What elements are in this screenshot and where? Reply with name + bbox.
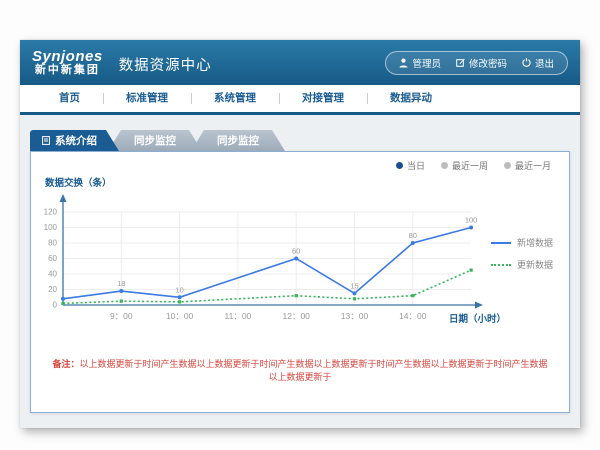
svg-text:数据交换（条）: 数据交换（条） bbox=[44, 177, 112, 189]
user-icon bbox=[399, 58, 408, 68]
legend-swatch-icon bbox=[491, 264, 511, 266]
tab-2[interactable]: 同步监控 bbox=[191, 130, 285, 151]
tab-label: 同步监控 bbox=[217, 133, 259, 148]
change-password-label: 修改密码 bbox=[469, 56, 507, 70]
app-window: Synjones 新中新集团 数据资源中心 管理员 修改密码 退出 首页标准管理… bbox=[20, 40, 580, 428]
tab-0[interactable]: 系统介绍 bbox=[30, 130, 119, 151]
current-user[interactable]: 管理员 bbox=[399, 56, 441, 70]
power-icon bbox=[522, 58, 531, 67]
svg-text:12：00: 12：00 bbox=[282, 311, 310, 321]
nav-item-1[interactable]: 标准管理 bbox=[103, 85, 191, 112]
nav-item-4[interactable]: 数据异动 bbox=[367, 85, 455, 112]
svg-text:20: 20 bbox=[48, 285, 57, 294]
svg-text:80: 80 bbox=[48, 239, 57, 248]
chart-legend: 新增数据更新数据 bbox=[491, 236, 553, 271]
logo-secondary: 新中新集团 bbox=[32, 65, 103, 77]
current-user-label: 管理员 bbox=[412, 56, 441, 70]
legend-label: 更新数据 bbox=[517, 258, 553, 271]
legend-label: 新增数据 bbox=[517, 236, 553, 249]
tab-label: 系统介绍 bbox=[55, 133, 97, 148]
svg-text:13：00: 13：00 bbox=[341, 311, 369, 321]
nav-item-3[interactable]: 对接管理 bbox=[279, 85, 367, 112]
svg-text:80: 80 bbox=[409, 231, 417, 240]
page-title: 数据资源中心 bbox=[119, 54, 212, 75]
svg-text:14：00: 14：00 bbox=[399, 311, 427, 321]
nav-item-2[interactable]: 系统管理 bbox=[191, 85, 279, 112]
svg-text:10: 10 bbox=[175, 285, 183, 294]
svg-text:60: 60 bbox=[292, 247, 300, 256]
edit-icon bbox=[456, 58, 465, 67]
tab-label: 同步监控 bbox=[134, 133, 176, 148]
tab-1[interactable]: 同步监控 bbox=[108, 130, 202, 151]
legend-swatch-icon bbox=[491, 242, 511, 244]
change-password-button[interactable]: 修改密码 bbox=[456, 56, 507, 70]
svg-text:15: 15 bbox=[350, 281, 358, 290]
svg-text:18: 18 bbox=[117, 279, 125, 288]
svg-text:9：00: 9：00 bbox=[110, 311, 133, 321]
svg-text:日期（小时）: 日期（小时） bbox=[449, 313, 506, 325]
tab-bar: 系统介绍 同步监控 同步监控 bbox=[30, 130, 580, 151]
company-logo: Synjones 新中新集团 bbox=[32, 49, 103, 76]
svg-text:40: 40 bbox=[48, 270, 57, 279]
svg-text:0: 0 bbox=[53, 301, 58, 310]
legend-item-0[interactable]: 新增数据 bbox=[491, 236, 553, 249]
svg-text:120: 120 bbox=[44, 208, 58, 217]
document-icon bbox=[42, 136, 50, 145]
app-header: Synjones 新中新集团 数据资源中心 管理员 修改密码 退出 bbox=[20, 40, 580, 85]
footnote: 备注：以上数据更新于时间产生数据以上数据更新于时间产生数据以上数据更新于时间产生… bbox=[31, 357, 569, 383]
footnote-text: 以上数据更新于时间产生数据以上数据更新于时间产生数据以上数据更新于时间产生数据以… bbox=[80, 359, 548, 382]
legend-item-1[interactable]: 更新数据 bbox=[491, 258, 553, 271]
svg-text:10：00: 10：00 bbox=[166, 311, 194, 321]
logout-button[interactable]: 退出 bbox=[522, 56, 554, 70]
nav-item-0[interactable]: 首页 bbox=[36, 85, 103, 112]
svg-text:100: 100 bbox=[44, 223, 58, 232]
main-nav: 首页标准管理系统管理对接管理数据异动 bbox=[20, 85, 580, 115]
logo-primary: Synjones bbox=[32, 49, 103, 65]
svg-text:60: 60 bbox=[48, 254, 57, 263]
user-menu: 管理员 修改密码 退出 bbox=[385, 51, 568, 75]
content-panel: 当日最近一周最近一月 0204060801001209：0010：0011：00… bbox=[30, 151, 570, 413]
svg-text:11：00: 11：00 bbox=[225, 311, 252, 321]
logout-label: 退出 bbox=[535, 56, 554, 70]
svg-text:100: 100 bbox=[465, 216, 478, 225]
footnote-prefix: 备注： bbox=[52, 359, 79, 369]
